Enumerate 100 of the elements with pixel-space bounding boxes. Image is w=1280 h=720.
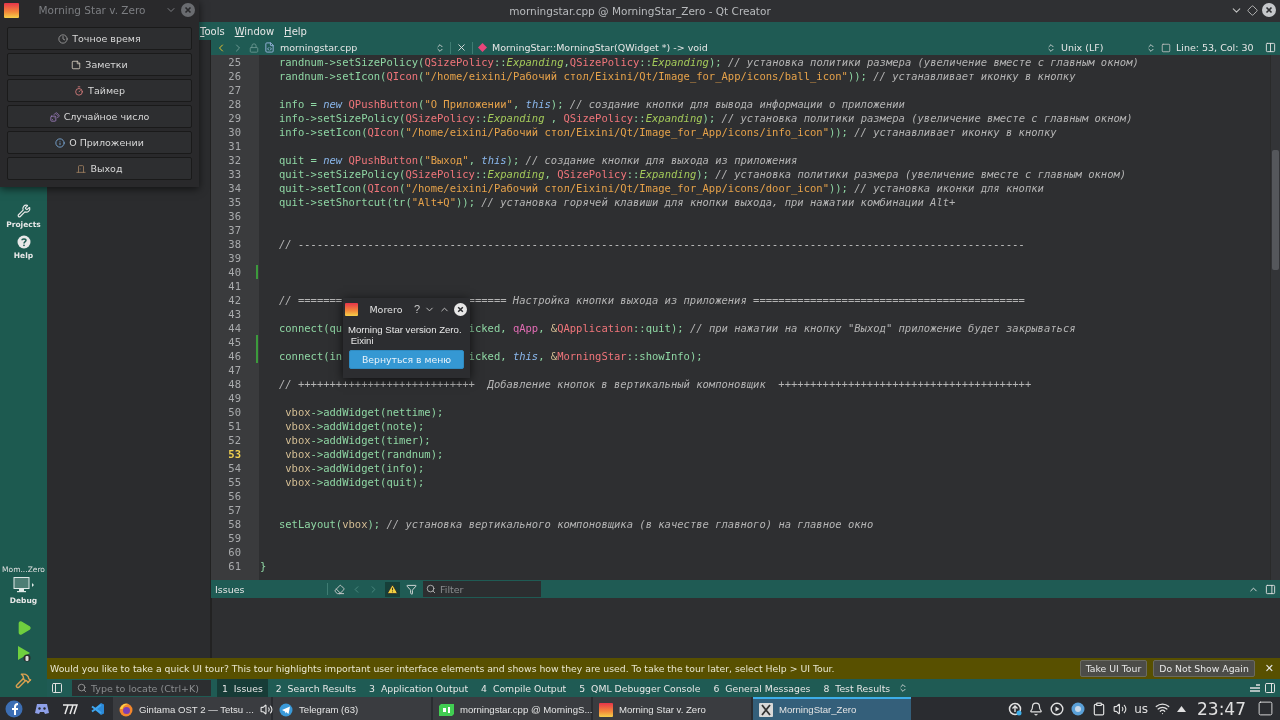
- code-line: quit->setShortcut(tr("Alt+Q")); // установка горячей клавиши для кнопки выхода, при нажатии комбинации Alt+: [277, 195, 956, 209]
- cursor-position[interactable]: Line: 53, Col: 30: [1176, 42, 1260, 53]
- tour-button[interactable]: Do Not Show Again: [1153, 660, 1255, 677]
- menu-button[interactable]: Точное время: [7, 27, 192, 50]
- line-number: 57: [227, 503, 242, 517]
- output-tab[interactable]: 4 Compile Output: [476, 679, 572, 697]
- output-tab[interactable]: 2 Search Results: [270, 679, 362, 697]
- dialog-message: Morning Star version Zero. Eixini: [347, 323, 463, 346]
- task-button[interactable]: morningstar.cpp @ MorningS...: [433, 697, 591, 720]
- code-line: vbox->addWidget(nettime);: [284, 405, 444, 419]
- line-number: 35: [227, 195, 242, 209]
- line-number: 45: [211, 335, 259, 349]
- window-title: Morning Star v. Zero: [37, 4, 147, 16]
- output-tab[interactable]: 5 QML Debugger Console: [574, 679, 706, 697]
- code-line-fragment: connect(in: [277, 349, 343, 363]
- code-line: }: [260, 559, 267, 573]
- tour-message: Would you like to take a quick UI tour? This tour highlights important user interface elements and shows how they are used. To take the tour later, select Help > UI Tour.: [50, 663, 835, 674]
- code-line: vbox->addWidget(info);: [284, 461, 425, 475]
- line-number: 31: [227, 139, 242, 153]
- task-button[interactable]: MorningStar_Zero: [753, 697, 911, 720]
- line-number: 48: [227, 377, 242, 391]
- code-line: vbox->addWidget(randnum);: [284, 447, 444, 461]
- panel-title: Issues: [215, 583, 246, 595]
- line-number: 26: [227, 69, 242, 83]
- line-number: 59: [227, 531, 242, 545]
- code-line: quit->setSizePolicy(QSizePolicy::Expanding, QSizePolicy::Expanding); // установка политики размера (увеличение вместе с главным окном): [277, 167, 1127, 181]
- menu-button[interactable]: Выход: [7, 157, 192, 180]
- line-number: 58: [227, 517, 242, 531]
- task-label: Morning Star v. Zero: [619, 704, 707, 715]
- menu-item[interactable]: Help: [284, 25, 307, 37]
- tour-button[interactable]: Take UI Tour: [1079, 660, 1148, 677]
- close-button[interactable]: ✕: [1264, 662, 1274, 675]
- task-label: morningstar.cpp @ MorningS...: [460, 704, 593, 715]
- line-number: 25: [227, 55, 242, 69]
- line-number: 61: [227, 559, 242, 573]
- code-line-fragment: icked, this, &MorningStar::showInfo);: [468, 349, 703, 363]
- task-label: MorningStar_Zero: [779, 704, 858, 715]
- menu-item[interactable]: Window: [234, 25, 275, 37]
- help-button[interactable]: ?: [413, 303, 420, 315]
- task-label: Gintama OST 2 — Tetsu ...: [139, 704, 254, 715]
- line-number: 46: [211, 349, 259, 363]
- line-number: 56: [227, 489, 242, 503]
- line-number: 42: [227, 293, 242, 307]
- line-number: 60: [227, 545, 242, 559]
- task-label: Telegram (63): [299, 704, 360, 715]
- menu-button[interactable]: Таймер: [7, 79, 192, 102]
- window-title: morningstar.cpp @ MorningStar_Zero - Qt Creator: [509, 5, 771, 17]
- code-line: vbox->addWidget(timer);: [284, 433, 431, 447]
- line-number: 29: [227, 111, 242, 125]
- line-number: 32: [227, 153, 242, 167]
- code-line: randnum->setIcon(QIcon("/home/eixini/Рабочий стол/Eixini/Qt/Image_for_App/icons/ball_icon")); // устанавливает иконку в кнопку: [277, 69, 1076, 83]
- symbol-selector[interactable]: MorningStar::MorningStar(QWidget *) -> void: [492, 42, 708, 53]
- code-line-fragment: connect(qu: [277, 321, 343, 335]
- dialog-title: Morero: [368, 303, 404, 315]
- filter-field[interactable]: Filter: [423, 581, 541, 597]
- line-number: 44: [227, 321, 242, 335]
- code-line: quit = new QPushButton("Выход", this); // создание кнопки для выхода из приложения: [277, 153, 798, 167]
- line-number: 38: [227, 237, 242, 251]
- code-line-fragment: icked, qApp, &QApplication::quit); // при нажатии на кнопку "Выход" приложение будет закрываться: [468, 321, 1076, 335]
- line-number: 40: [211, 265, 259, 279]
- line-number: 49: [227, 391, 242, 405]
- line-number: 39: [227, 251, 242, 265]
- keyboard-layout[interactable]: us: [1134, 701, 1148, 716]
- code-line-fragment: // =======: [277, 293, 343, 307]
- code-line: setLayout(vbox); // установка вертикального компоновщика (в качестве главного) на главное окно: [277, 517, 874, 531]
- code-line: quit->setIcon(QIcon("/home/eixini/Рабочий стол/Eixini/Qt/Image_for_App/icons/door_icon")); // установка иконки для кнопки: [277, 181, 1044, 195]
- output-tab[interactable]: 6 General Messages: [708, 679, 816, 697]
- line-number: 28: [227, 97, 242, 111]
- task-button[interactable]: Gintama OST 2 — Tetsu ...: [113, 697, 271, 720]
- code-line: vbox->addWidget(note);: [284, 419, 425, 433]
- code-line: vbox->addWidget(quit);: [284, 475, 425, 489]
- menu-button[interactable]: Случайное число: [7, 105, 192, 128]
- menu-button[interactable]: О Приложении: [7, 131, 192, 154]
- line-number: 54: [227, 461, 242, 475]
- output-tab[interactable]: 8 Test Results: [818, 679, 896, 697]
- task-button[interactable]: Morning Star v. Zero: [593, 697, 751, 720]
- code-line: info = new QPushButton("О Приложении", this); // создание кнопки для вывода информации о приложении: [277, 97, 905, 111]
- output-tab[interactable]: 3 Application Output: [364, 679, 474, 697]
- code-line: info->setIcon(QIcon("/home/eixini/Рабочий стол/Eixini/Qt/Image_for_App/icons/info_icon")); // устанавливает иконку в кнопку: [277, 125, 1057, 139]
- menu-button[interactable]: Заметки: [7, 53, 192, 76]
- line-number: 53: [227, 447, 242, 461]
- line-number: 36: [227, 209, 242, 223]
- line-number: 41: [227, 279, 242, 293]
- code-line: // -------------------------------------------------------------------------------------------------------------------: [277, 237, 1025, 251]
- code-line-fragment: ====== Настройка кнопки выхода из приложения ===========================================: [468, 293, 1025, 307]
- line-number: 50: [227, 405, 242, 419]
- line-number: 43: [227, 307, 242, 321]
- line-number: 34: [227, 181, 242, 195]
- menu-item[interactable]: Tools: [200, 25, 225, 37]
- line-number: 30: [227, 125, 242, 139]
- code-line: // ++++++++++++++++++++++++++++ Добавление кнопок в вертикальный компоновщик ++++++++++++++++++++++++++++++++++++++++: [277, 377, 1032, 391]
- code-line: randnum->setSizePolicy(QSizePolicy::Expanding,QSizePolicy::Expanding); // установка политики размера (увеличение вместе с главным окном): [277, 55, 1139, 69]
- output-tab[interactable]: 1 Issues: [217, 679, 268, 697]
- task-button[interactable]: Telegram (63): [273, 697, 431, 720]
- line-number: 37: [227, 223, 242, 237]
- line-ending-selector[interactable]: Unix (LF): [1061, 42, 1141, 53]
- locate-field[interactable]: Type to locate (Ctrl+K): [72, 680, 211, 696]
- line-number: 52: [227, 433, 242, 447]
- file-selector[interactable]: morningstar.cpp: [280, 42, 430, 53]
- clock[interactable]: 23:47: [1197, 698, 1246, 719]
